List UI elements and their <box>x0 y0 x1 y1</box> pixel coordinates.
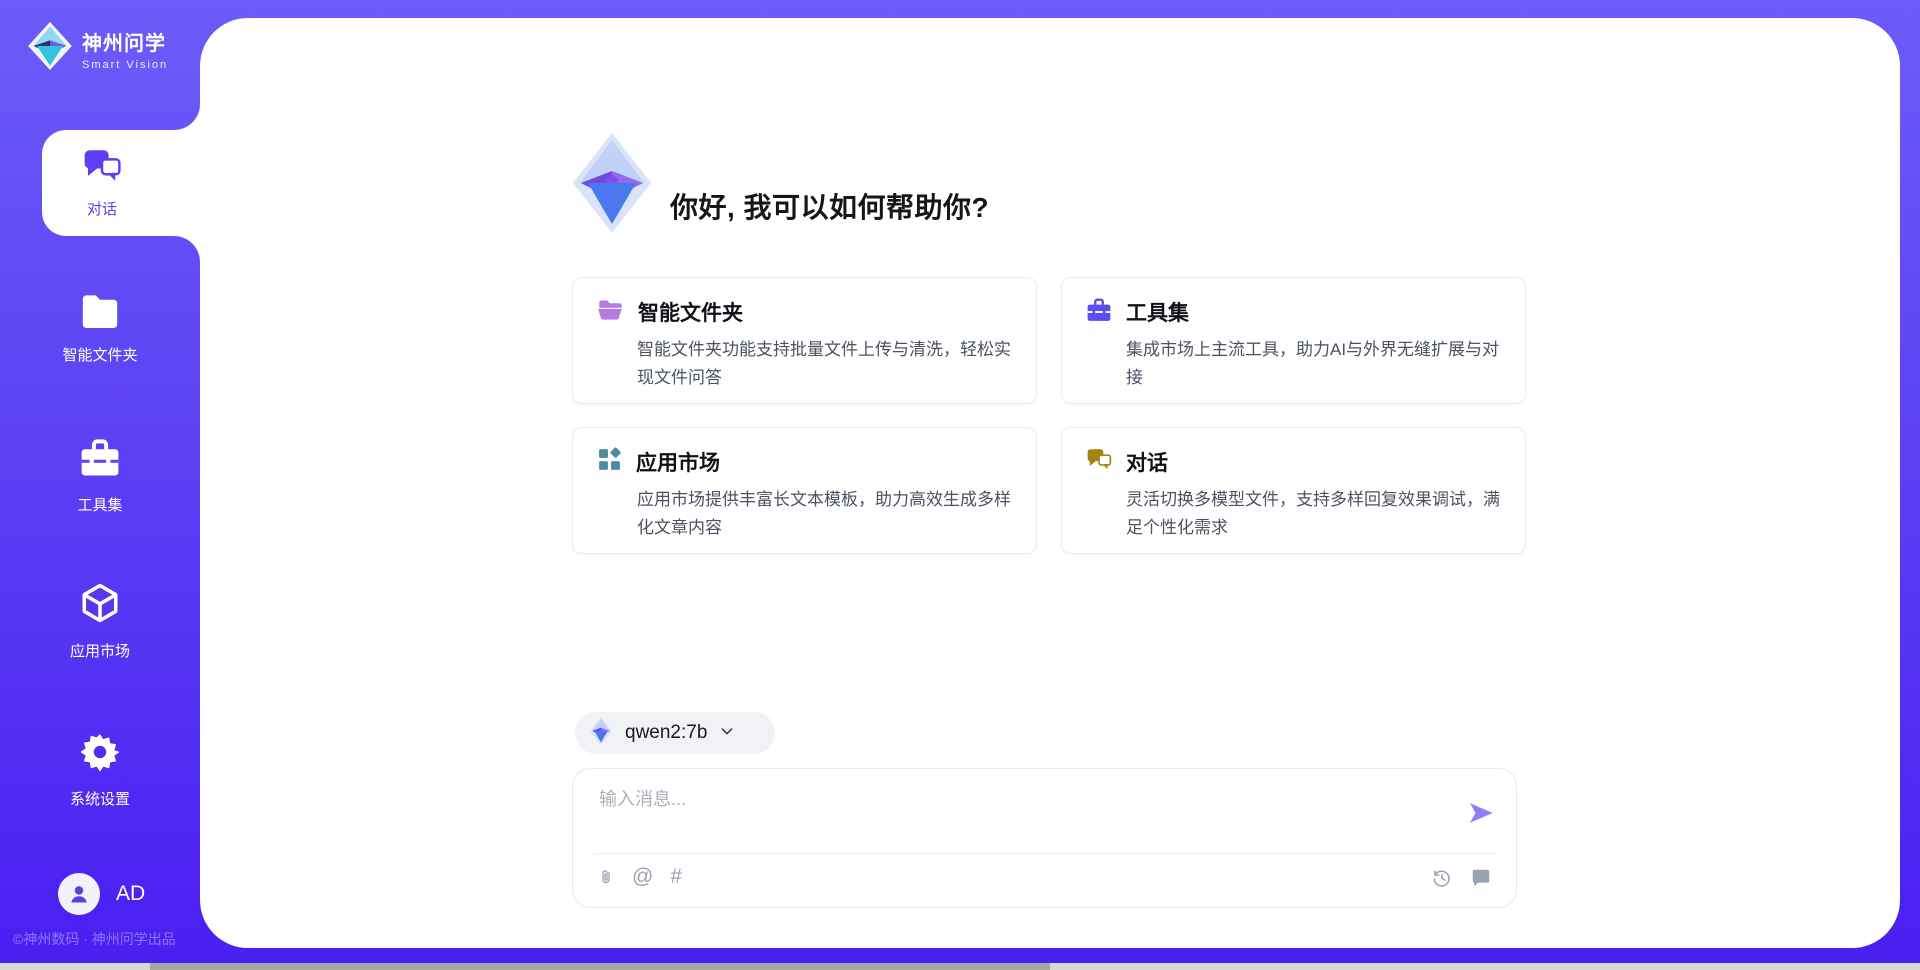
briefcase-icon <box>1086 298 1112 327</box>
mention-icon[interactable]: @ <box>632 865 653 889</box>
model-logo-icon <box>589 717 613 750</box>
scrollbar-thumb[interactable] <box>150 963 1050 970</box>
card-description: 应用市场提供丰富长文本模板，助力高效生成多样化文章内容 <box>637 486 1022 542</box>
briefcase-icon <box>79 438 121 483</box>
card-description: 灵活切换多模型文件，支持多样回复效果调试，满足个性化需求 <box>1126 486 1511 542</box>
sidebar-item-chat[interactable]: 对话 <box>42 130 200 236</box>
avatar <box>58 873 100 915</box>
sidebar-item-toolkit[interactable]: 工具集 <box>0 438 200 515</box>
send-button[interactable] <box>1466 799 1496 829</box>
card-description: 智能文件夹功能支持批量文件上传与清洗，轻松实现文件问答 <box>637 336 1022 392</box>
brand-subtitle: Smart Vision <box>82 59 168 71</box>
greeting-title: 你好, 我可以如何帮助你? <box>670 186 989 226</box>
card-title: 应用市场 <box>636 447 720 477</box>
sidebar-item-label: 工具集 <box>77 494 122 515</box>
chat-bubble-icon[interactable] <box>1470 867 1492 889</box>
sidebar-item-label: 智能文件夹 <box>62 344 137 365</box>
chevron-down-icon <box>719 723 735 744</box>
card-description: 集成市场上主流工具，助力AI与外界无缝扩展与对接 <box>1126 336 1511 392</box>
sidebar-item-app-market[interactable]: 应用市场 <box>0 582 200 661</box>
horizontal-scrollbar[interactable] <box>0 963 1920 970</box>
card-app-market[interactable]: 应用市场 应用市场提供丰富长文本模板，助力高效生成多样化文章内容 <box>572 427 1037 554</box>
composer-divider <box>593 853 1496 854</box>
copyright-footer: ©神州数码 · 神州问学出品 <box>13 929 176 949</box>
sidebar-item-settings[interactable]: 系统设置 <box>0 732 200 809</box>
hashtag-icon[interactable]: # <box>670 865 682 889</box>
brand-name: 神州问学 <box>82 27 168 56</box>
folder-icon <box>597 298 624 327</box>
feature-cards: 智能文件夹 智能文件夹功能支持批量文件上传与清洗，轻松实现文件问答 工具集 集成… <box>572 277 1528 554</box>
history-icon[interactable] <box>1431 867 1453 889</box>
brand-diamond-logo <box>28 22 72 75</box>
brand-diamond-logo <box>573 133 651 238</box>
sidebar-item-label: 对话 <box>87 198 117 219</box>
sidebar: 神州问学 Smart Vision 对话 智能文件夹 <box>0 0 200 970</box>
attach-file-icon[interactable] <box>597 865 615 889</box>
card-toolkit[interactable]: 工具集 集成市场上主流工具，助力AI与外界无缝扩展与对接 <box>1061 277 1526 404</box>
brand: 神州问学 Smart Vision <box>28 22 168 75</box>
folder-icon <box>79 292 121 333</box>
card-title: 对话 <box>1126 447 1168 477</box>
sidebar-item-smart-folder[interactable]: 智能文件夹 <box>0 292 200 365</box>
card-smart-folder[interactable]: 智能文件夹 智能文件夹功能支持批量文件上传与清洗，轻松实现文件问答 <box>572 277 1037 404</box>
cube-icon <box>79 582 121 629</box>
card-title: 智能文件夹 <box>638 297 743 327</box>
user-account[interactable]: AD <box>58 873 145 915</box>
main-content-panel: 你好, 我可以如何帮助你? 智能文件夹 智能文件夹功能支持批量文件上传与清洗，轻… <box>200 18 1900 948</box>
message-input[interactable] <box>599 785 1439 843</box>
card-chat[interactable]: 对话 灵活切换多模型文件，支持多样回复效果调试，满足个性化需求 <box>1061 427 1526 554</box>
model-name: qwen2:7b <box>625 722 707 744</box>
model-selector[interactable]: qwen2:7b <box>575 712 775 754</box>
chat-bubbles-icon <box>1086 447 1112 477</box>
message-composer: @ # <box>572 768 1517 908</box>
sidebar-item-label: 系统设置 <box>70 788 130 809</box>
chat-bubbles-icon <box>82 147 122 190</box>
user-initials: AD <box>116 882 145 906</box>
card-title: 工具集 <box>1126 297 1189 327</box>
sidebar-item-label: 应用市场 <box>70 640 130 661</box>
app-grid-icon <box>597 447 622 477</box>
gear-icon <box>80 732 120 777</box>
